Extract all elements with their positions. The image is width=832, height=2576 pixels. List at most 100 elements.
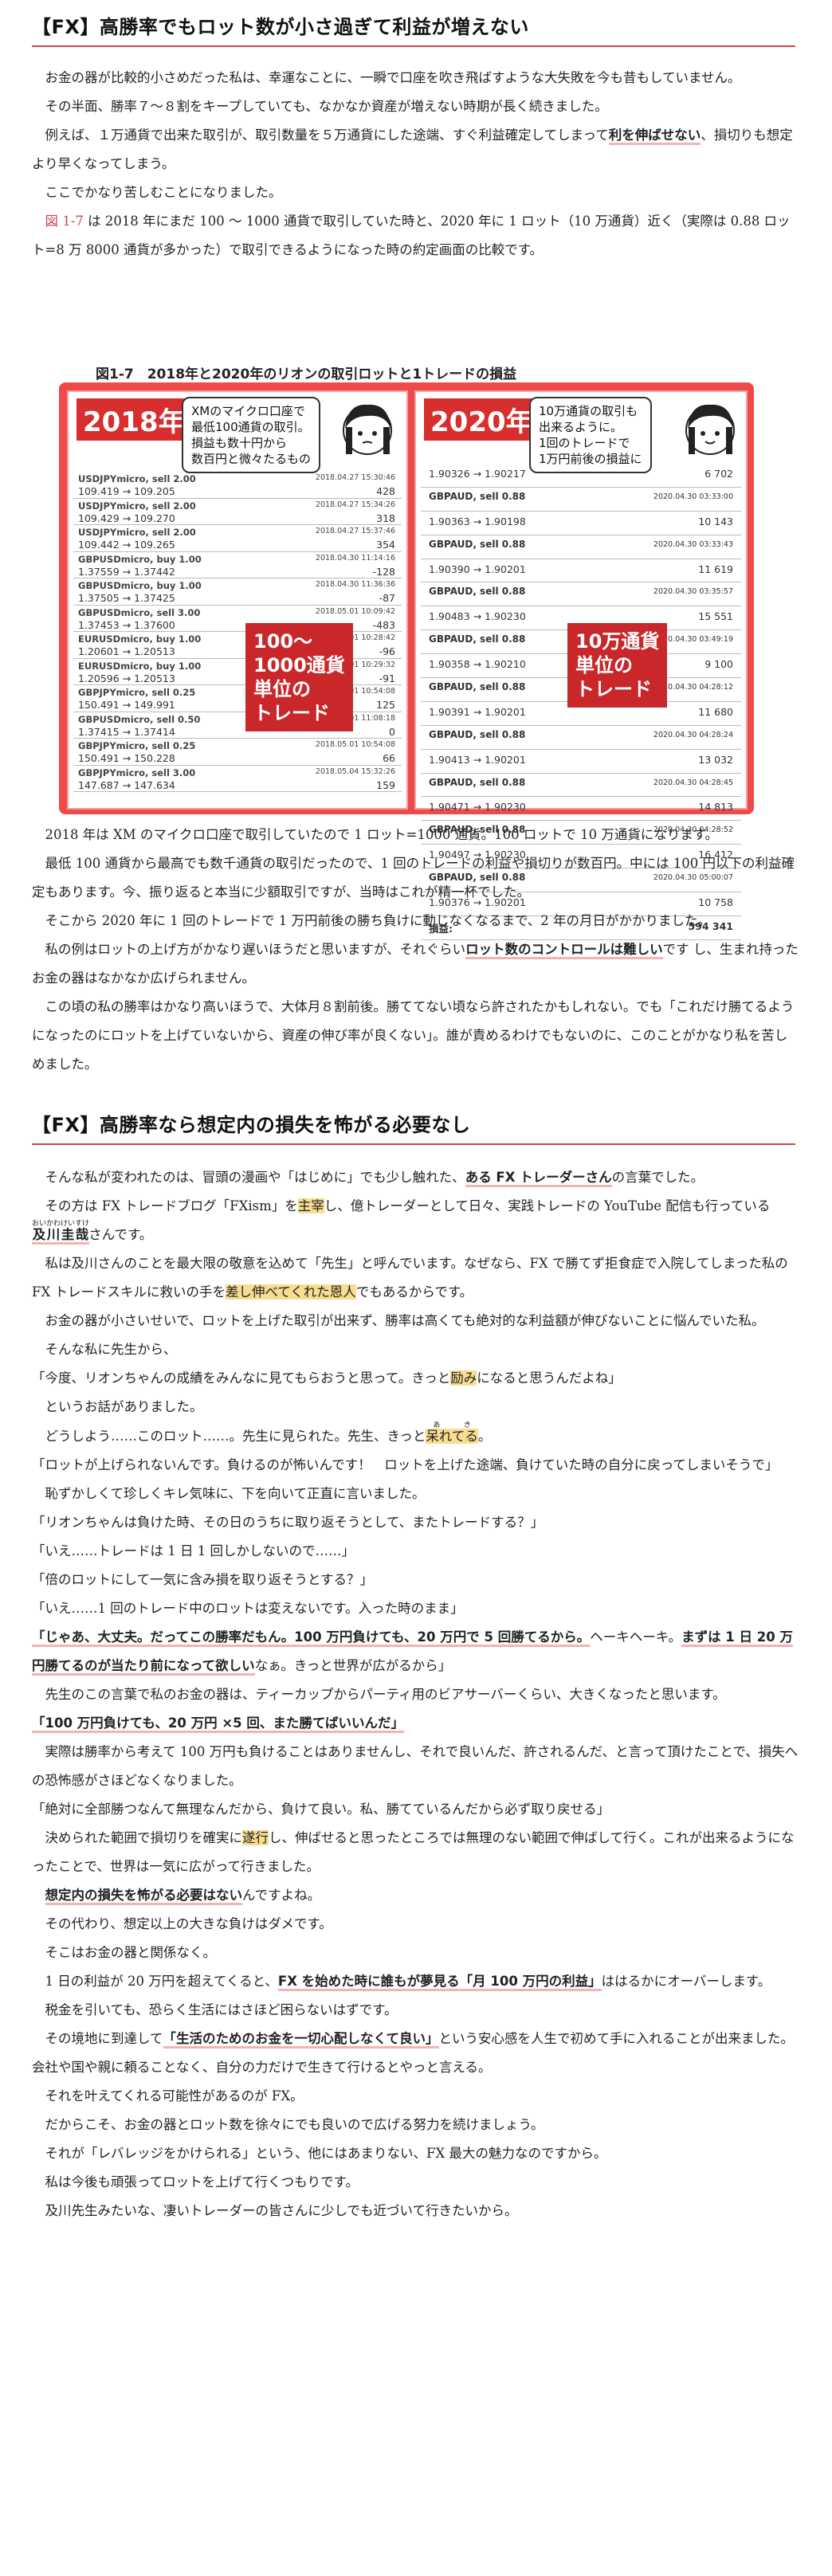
trade-pl: 66 xyxy=(383,752,395,764)
trade-prices: 109.419 → 109.205 xyxy=(78,485,175,497)
trade-pair: EURUSDmicro, buy 1.00 xyxy=(78,633,202,645)
text-span: その境地に到達して xyxy=(45,2031,163,2046)
text-span: なぁ。きっと世界が広がるから」 xyxy=(254,1658,452,1673)
trade-prices: 1.90358 → 1.90210 xyxy=(429,658,526,671)
paragraph: 恥ずかしくて珍しくキレ気味に、下を向いて正直に言いました。 xyxy=(45,1486,426,1501)
text-span: ははるかにオーバーします。 xyxy=(601,1974,771,1989)
trade-date: 2020.04.30 04:28:24 xyxy=(653,730,733,739)
paragraph: 実際は勝率から考えて 100 万円も負けることはありませんし、それで良いんだ、許… xyxy=(32,1744,799,1788)
trade-pair: GBPAUD, sell 0.88 xyxy=(429,776,526,788)
paragraph: 私は及川さんのことを最大限の敬意を込めて「先生」と呼んでいます。なぜなら、FX … xyxy=(32,1249,799,1307)
paragraph: 最低 100 通貨から最高でも数千通貨の取引だったので、1 回のトレードの利益や… xyxy=(32,856,795,900)
trade-pl: 9 100 xyxy=(704,658,733,671)
text-span: 「今度、リオンちゃんの成績をみんなに見てもらおうと思って。きっと xyxy=(32,1370,451,1386)
lot-size-label-2018: 100～ 1000通貨 単位の トレード xyxy=(245,623,353,731)
trade-pl: 428 xyxy=(376,485,395,497)
trade-date: 2018.04.30 11:36:36 xyxy=(315,580,395,589)
section2-body: そんな私が変われたのは、冒頭の漫画や「はじめに」でも少し触れた、ある FX トレ… xyxy=(32,1163,799,2225)
quote-paragraph: 「倍のロットにして一気に含み損を取り返そうとする？」 xyxy=(32,1572,374,1587)
figure-reference-link[interactable]: 図 1-7 xyxy=(45,214,84,229)
trade-pl: 318 xyxy=(376,512,395,524)
text-span: そんな私が変われたのは、冒頭の漫画や「はじめに」でも少し触れた、 xyxy=(45,1170,465,1185)
paragraph: 2018 年は XM のマイクロ口座で取引していたので 1 ロット=1000 通… xyxy=(45,827,719,842)
trade-prices: 1.37505 → 1.37425 xyxy=(78,592,175,604)
emphasis-text: 「100 万円負けても、20 万円 ×5 回、また勝てばいいんだ」 xyxy=(32,1715,405,1733)
trade-date: 2018.04.27 15:30:46 xyxy=(315,473,395,482)
trade-pl: -483 xyxy=(372,618,395,631)
figure-caption: 図1-7 2018年と2020年のリオンの取引ロットと1トレードの損益 xyxy=(96,367,517,382)
emphasis-text: FX を始めた時に誰もが夢見る「月 100 万円の利益」 xyxy=(277,1974,602,1991)
paragraph: ここでかなり苦しむことになりました。 xyxy=(45,185,282,200)
trade-pl: 15 551 xyxy=(698,610,733,623)
trade-date: 2020.04.30 03:35:57 xyxy=(653,587,733,597)
emphasis-text: ある FX トレーダーさん xyxy=(465,1170,612,1187)
trade-date: 2018.05.01 10:54:08 xyxy=(315,740,395,749)
trade-row: 1.90390 → 1.90201 11 619 xyxy=(421,559,741,583)
trade-header-row: GBPAUD, sell 0.88 2020.04.30 03:33:43 xyxy=(421,535,741,559)
trade-header-row: GBPAUD, sell 0.88 2020.04.30 04:28:45 xyxy=(421,774,741,798)
text-span: 例えば、１万通貨で出来た取引が、取引数量を５万通貨にした途端、すぐ利益確定してし… xyxy=(45,127,609,143)
ruby-text: あき xyxy=(426,1421,478,1429)
trade-prices: 1.37453 → 1.37600 xyxy=(78,618,175,631)
trade-prices: 1.20596 → 1.20513 xyxy=(78,672,175,684)
trade-date: 2018.05.01 10:09:42 xyxy=(315,606,395,616)
trade-pair: GBPUSDmicro, buy 1.00 xyxy=(78,553,202,565)
trade-pair: USDJPYmicro, sell 2.00 xyxy=(78,473,196,484)
highlight-text: 主宰 xyxy=(297,1198,324,1214)
quote-paragraph: 「ロットが上げられないんです。負けるのが怖いんです！ ロットを上げた途端、負けて… xyxy=(32,1457,779,1472)
emphasis-text: 「生活のためのお金を一切心配しなくて良い」 xyxy=(163,2031,439,2049)
trade-pl: 0 xyxy=(389,725,395,738)
trade-pl: 13 032 xyxy=(698,753,733,766)
trade-pl: 11 680 xyxy=(698,705,733,718)
paragraph: 決められた範囲で損切りを確実に遂行し、伸ばせると思ったところでは無理のない範囲で… xyxy=(32,1824,799,1881)
trade-pl: -87 xyxy=(379,592,395,604)
quote-paragraph: 「100 万円負けても、20 万円 ×5 回、また勝てばいいんだ」 xyxy=(32,1709,799,1738)
paragraph: 先生のこの言葉で私のお金の器は、ティーカップからパーティ用のビアサーバーくらい、… xyxy=(45,1687,726,1702)
paragraph: だからこそ、お金の器とロット数を徐々にでも良いので広げる努力を続けましょう。 xyxy=(45,2117,544,2132)
trade-date: 2018.05.04 15:32:26 xyxy=(315,767,395,776)
quote-paragraph: 「絶対に全部勝つなんて無理なんだから、負けて良い。私、勝てているんだから必ず取り… xyxy=(32,1802,610,1817)
trade-pair: GBPAUD, sell 0.88 xyxy=(429,538,526,550)
trade-pair: GBPJPYmicro, sell 0.25 xyxy=(78,687,196,698)
panel-2018: 2018年 XMのマイクロ口座で 最低100通貨の取引。 損益も数十円から 数百… xyxy=(67,390,408,810)
trade-row: 1.90413 → 1.90201 13 032 xyxy=(421,750,741,774)
trade-prices: 1.90471 → 1.90230 xyxy=(429,801,526,814)
trade-prices: 1.90413 → 1.90201 xyxy=(429,753,526,766)
trade-pair: GBPJPYmicro, sell 0.25 xyxy=(78,740,196,751)
trade-pair: GBPUSDmicro, buy 1.00 xyxy=(78,580,202,591)
paragraph: それが「レバレッジをかけられる」という、他にはあまりない、FX 最大の魅力なので… xyxy=(45,2146,607,2161)
trade-date: 2018.04.27 15:34:26 xyxy=(315,500,395,509)
emphasis-text: ロット数のコントロールは難しい xyxy=(465,942,663,959)
emphasis-text: 「じゃあ、大丈夫。だってこの勝率だもん。100 万円負けても、20 万円で 5 … xyxy=(32,1629,591,1647)
text-span: んですよね。 xyxy=(242,1888,321,1903)
trade-row: 1.90326 → 1.90217 6 702 xyxy=(421,464,741,488)
quote-paragraph: 「いえ……1 回のトレード中のロットは変えないです。入った時のまま」 xyxy=(32,1601,464,1616)
emphasis-text: 想定内の損失を怖がる必要はない xyxy=(45,1888,242,1905)
trade-pl: 11 619 xyxy=(698,563,733,575)
trade-date: 2020.04.30 03:33:43 xyxy=(653,539,733,549)
paragraph: そこはお金の器と関係なく。 xyxy=(45,1945,217,1960)
trade-row: GBPJPYmicro, sell 3.00 147.687 → 147.634 2… xyxy=(73,766,402,792)
ruby-name: 及川圭哉おいかわけいすけ xyxy=(32,1220,90,1245)
quote-paragraph: 「リオンちゃんは負けた時、その日のうちに取り返そうとして、またトレードする？」 xyxy=(32,1515,544,1530)
text-span: の言葉でした。 xyxy=(611,1170,704,1185)
speech-bubble-2018: XMのマイクロ口座で 最低100通貨の取引。 損益も数十円から 数百円と微々たる… xyxy=(182,397,321,473)
trade-prices: 1.90326 → 1.90217 xyxy=(429,468,526,480)
trade-pl: -96 xyxy=(379,645,395,657)
trade-row: USDJPYmicro, sell 2.00 109.429 → 109.270 2… xyxy=(73,499,402,525)
paragraph: そんな私が変われたのは、冒頭の漫画や「はじめに」でも少し触れた、ある FX トレ… xyxy=(32,1163,799,1192)
trade-pl: 125 xyxy=(376,699,395,711)
paragraph: そんな私に先生から、 xyxy=(45,1342,177,1357)
trade-pair: USDJPYmicro, sell 2.00 xyxy=(78,527,196,538)
trade-row: GBPJPYmicro, sell 0.25 150.491 → 150.228 2… xyxy=(73,739,402,766)
text-span: でもあるからです。 xyxy=(355,1284,473,1300)
emphasis-text: 及川圭哉 xyxy=(32,1227,90,1245)
heading-rule xyxy=(32,1143,795,1145)
trade-pl: 10 143 xyxy=(698,515,733,527)
trade-pair: GBPUSDmicro, sell 0.50 xyxy=(78,713,201,725)
trade-pair: USDJPYmicro, sell 2.00 xyxy=(78,500,196,512)
section-heading-1: 【FX】高勝率でもロット数が小さ過ぎて利益が増えない xyxy=(32,11,795,47)
section-heading-2: 【FX】高勝率なら想定内の損失を怖がる必要なし xyxy=(32,1109,795,1145)
trade-row: GBPUSDmicro, buy 1.00 1.37505 → 1.37425 20… xyxy=(73,578,402,606)
paragraph: その境地に到達して「生活のためのお金を一切心配しなくて良い」という安心感を人生で… xyxy=(32,2025,799,2082)
